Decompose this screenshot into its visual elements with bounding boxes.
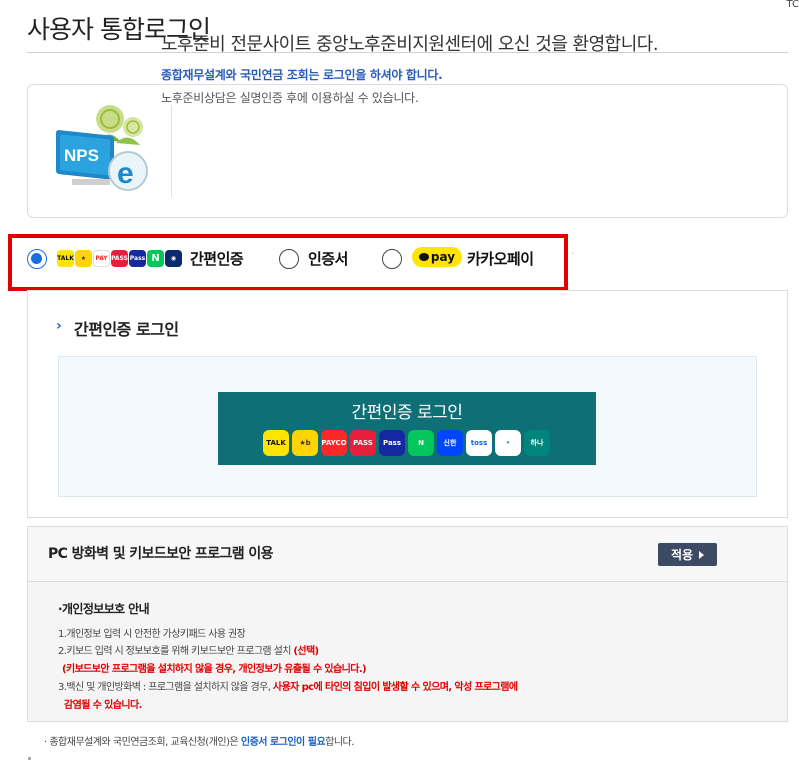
nps-logo-icon: NPS e — [56, 105, 148, 191]
notice-line-4-warning: 사용자 pc에 타인의 침입이 발생할 수 있으며, 악성 프로그램에 — [272, 682, 518, 693]
kb-icon: ★ — [75, 250, 92, 267]
radio-simple-auth[interactable] — [27, 249, 47, 269]
radio-kakaopay[interactable] — [382, 249, 402, 269]
notice-line-1: 1.개인정보 입력 시 안전한 가상키패드 사용 권장 — [58, 629, 246, 640]
naver-icon: N — [147, 250, 164, 267]
kb-icon: ★b — [292, 430, 318, 456]
welcome-message: 노후준비 전문사이트 중앙노후준비지원센터에 오신 것을 환영합니다. — [161, 34, 659, 55]
simple-auth-login-button[interactable]: 간편인증 로그인 TALK ★b PAYCO PASS Pass N 신한 toss • 하나 — [218, 392, 596, 465]
notice-line-4: 3.백신 및 개인방화벽 : 프로그램을 설치하지 않을 경우, 사용자 pc에… — [58, 678, 518, 693]
verification-note: 노후준비상담은 실명인증 후에 이용하실 수 있습니다. — [161, 91, 419, 105]
footer-note-text: · 종합재무설계와 국민연금조회, 교육신청(개인)은 — [44, 737, 241, 748]
notice-line-5: 감염될 수 있습니다. — [64, 700, 142, 711]
shinhan-icon: 신한 — [437, 430, 463, 456]
privacy-notice-title: ·개인정보보호 안내 — [58, 602, 150, 616]
bank-salad-icon: • — [495, 430, 521, 456]
security-header: PC 방화벽 및 키보드보안 프로그램 이용 적용 — [28, 527, 787, 582]
footer-note-highlight: 인증서 로그인이 필요 — [240, 737, 326, 748]
payco-icon: PAY — [93, 250, 110, 267]
samsung-pass-icon: Pass — [129, 250, 146, 267]
login-button-label: 간편인증 로그인 — [351, 403, 463, 423]
method-label-certificate[interactable]: 인증서 — [308, 248, 348, 269]
method-label-kakaopay[interactable]: 카카오페이 — [467, 248, 534, 269]
shinhan-icon: ◉ — [165, 250, 182, 267]
toss-icon: toss — [466, 430, 492, 456]
simple-auth-heading: 간편인증 로그인 — [74, 320, 179, 339]
footer-note: · 종합재무설계와 국민연금조회, 교육신청(개인)은 인증서 로그인이 필요합… — [44, 733, 354, 748]
tick-mark: ˋ — [571, 252, 575, 261]
notice-line-3: (키보드보안 프로그램을 설치하지 않을 경우, 개인정보가 유출될 수 있습니… — [62, 664, 367, 675]
samsung-pass-icon: Pass — [379, 430, 405, 456]
notice-line-4-text: 3.백신 및 개인방화벽 : 프로그램을 설치하지 않을 경우, — [58, 682, 273, 693]
apply-button[interactable]: 적용 — [658, 543, 717, 566]
footer-note-end: 합니다. — [325, 737, 354, 748]
notice-line-2-text: 2.키보드 입력 시 정보보호를 위해 키보드보안 프로그램 설치 — [58, 646, 294, 657]
method-label-simple-auth[interactable]: 간편인증 — [190, 248, 244, 269]
talk-icon: TALK — [57, 250, 74, 267]
naver-icon: N — [408, 430, 434, 456]
payco-icon: PAYCO — [321, 430, 347, 456]
login-required-note: 종합재무설계와 국민연금 조회는 로그인을 하셔야 합니다. — [161, 68, 443, 82]
nps-logo-text: NPS — [64, 146, 99, 165]
kakaopay-badge-text: pay — [430, 250, 456, 264]
footer-dot — [28, 757, 31, 760]
provider-icons: TALK ★b PAYCO PASS Pass N 신한 toss • 하나 — [263, 430, 553, 456]
hana-icon: 하나 — [524, 430, 550, 456]
pass-icon: PASS — [350, 430, 376, 456]
kakao-bubble-icon — [418, 253, 429, 261]
corner-label: TC — [786, 0, 799, 10]
security-title: PC 방화벽 및 키보드보안 프로그램 이용 — [48, 546, 274, 562]
security-panel: PC 방화벽 및 키보드보안 프로그램 이용 적용 ·개인정보보호 안내 1.개… — [27, 526, 788, 722]
welcome-divider — [171, 105, 172, 197]
notice-line-2: 2.키보드 입력 시 정보보호를 위해 키보드보안 프로그램 설치 (선택) — [58, 642, 319, 657]
arrow-right-icon — [699, 550, 705, 559]
kakaopay-badge: pay — [412, 247, 462, 267]
pass-icon: PASS — [111, 250, 128, 267]
kakao-talk-icon: TALK — [263, 430, 289, 456]
radio-certificate[interactable] — [279, 249, 299, 269]
apply-button-label: 적용 — [670, 548, 694, 562]
chevron-right-icon: › — [56, 318, 62, 334]
svg-text:e: e — [117, 157, 134, 190]
notice-optional-label: (선택) — [293, 646, 319, 657]
